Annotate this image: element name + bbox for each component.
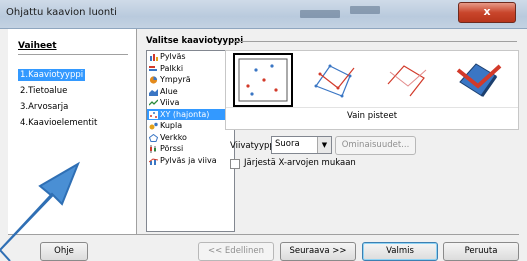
divider (226, 107, 518, 108)
step-chart-type[interactable]: 1.Kaaviotyyppi (18, 69, 86, 81)
chart-type-item[interactable]: Alue (147, 86, 234, 98)
chart-type-item[interactable]: Palkki (147, 63, 234, 75)
stock-chart-icon (150, 145, 156, 153)
close-button[interactable]: x (458, 2, 516, 23)
annotation-arrow-icon (0, 161, 81, 261)
points-only-icon (238, 58, 288, 102)
variant-caption: Vain pisteet (346, 111, 398, 121)
window-title: Ohjattu kaavion luonti (6, 7, 117, 18)
variant-3d-lines[interactable] (452, 56, 506, 104)
horizontal-bar-chart-icon (149, 65, 157, 71)
line-chart-icon (149, 99, 158, 106)
divider (233, 41, 517, 42)
lines-only-icon (387, 65, 427, 97)
variant-lines-only[interactable] (380, 56, 434, 104)
line-type-select[interactable]: Suora ▼ (271, 136, 332, 154)
chart-type-item[interactable]: Pylväs (147, 51, 234, 63)
chart-type-list[interactable]: Pylväs Palkki Ympyrä Alue Viiva XY (hajo… (146, 50, 235, 232)
close-icon: x (483, 5, 491, 18)
bar-chart-icon (150, 54, 158, 61)
steps-heading: Vaiheet (18, 41, 57, 51)
sort-by-x-label: Järjestä X-arvojen mukaan (244, 158, 356, 168)
step-data-range[interactable]: 2.Tietoalue (18, 85, 69, 97)
chart-type-item[interactable]: Verkko (147, 132, 234, 144)
chart-variant-panel: Vain pisteet (225, 50, 519, 130)
chevron-down-icon[interactable]: ▼ (317, 137, 331, 153)
title-bar: Ohjattu kaavion luonti x (0, 0, 527, 29)
points-and-lines-icon (314, 64, 355, 98)
net-chart-icon (149, 133, 158, 142)
scatter-chart-icon (149, 110, 158, 119)
variant-points-only[interactable] (233, 53, 293, 107)
properties-button[interactable]: Ominaisuudet... (335, 136, 416, 155)
section-title: Valitse kaaviotyyppi (146, 36, 244, 46)
variant-points-and-lines[interactable] (308, 56, 362, 104)
step-data-series[interactable]: 3.Arvosarja (18, 101, 70, 113)
finish-button[interactable]: Valmis (362, 242, 438, 261)
chart-type-item[interactable]: Pylväs ja viiva (147, 155, 234, 167)
3d-lines-icon (456, 63, 502, 97)
step-chart-elements[interactable]: 4.Kaavioelementit (18, 117, 99, 129)
bubble-chart-icon (149, 122, 158, 130)
column-line-chart-icon (149, 157, 158, 165)
next-button[interactable]: Seuraava >> (280, 242, 356, 261)
title-bar-decoration (300, 10, 340, 18)
chart-type-item-selected[interactable]: XY (hajonta) (147, 108, 234, 120)
chart-type-item[interactable]: Viiva (147, 97, 234, 109)
line-type-value: Suora (275, 139, 300, 149)
title-bar-decoration (350, 6, 380, 14)
sort-by-x-checkbox[interactable] (230, 159, 240, 169)
pie-chart-icon (149, 76, 158, 84)
divider (18, 54, 128, 55)
chart-type-item[interactable]: Kupla (147, 120, 234, 132)
area-chart-icon (149, 88, 158, 96)
chart-type-item[interactable]: Ympyrä (147, 74, 234, 86)
cancel-button[interactable]: Peruuta (443, 242, 519, 261)
chart-type-item[interactable]: Pörssi (147, 143, 234, 155)
previous-button[interactable]: << Edellinen (198, 242, 274, 261)
